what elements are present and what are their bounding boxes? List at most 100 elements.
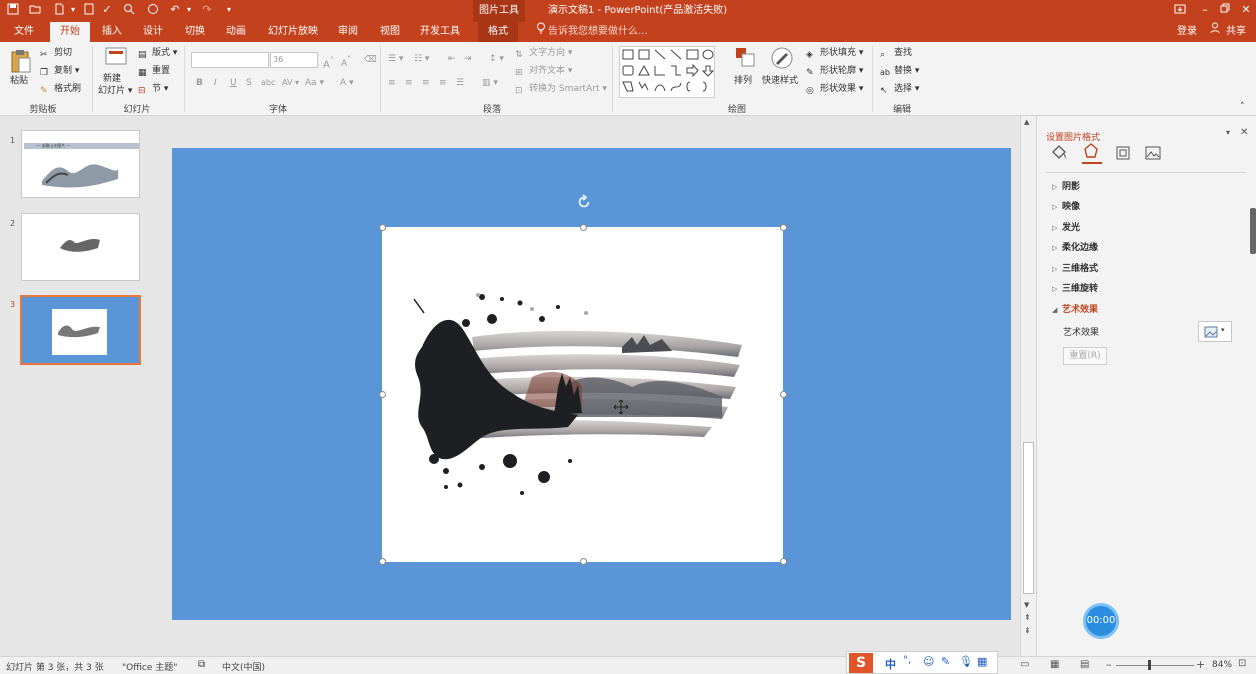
select-button[interactable]: ↖ 选择 ▾ bbox=[880, 82, 919, 96]
person-icon[interactable] bbox=[1208, 22, 1222, 42]
shadow-icon[interactable]: S bbox=[246, 76, 252, 90]
zoom-level[interactable]: 84% bbox=[1212, 660, 1232, 670]
resize-handle-right[interactable] bbox=[780, 391, 787, 398]
slide-thumbnail-1[interactable]: — 淡雅山水图片 — bbox=[21, 130, 140, 198]
char-spacing-icon[interactable]: AV ▾ bbox=[282, 76, 299, 90]
shape-effects-button[interactable]: ◎ 形状效果 ▾ bbox=[806, 82, 863, 96]
resize-handle-top[interactable] bbox=[580, 224, 587, 231]
sogou-logo-icon[interactable]: S bbox=[849, 653, 873, 673]
reset-slide-button[interactable]: ▦ 重置 bbox=[138, 64, 170, 78]
slide-sorter-icon[interactable]: ▦ bbox=[1050, 659, 1059, 670]
section-soft-edges[interactable]: ▷ 柔化边缘 bbox=[1052, 241, 1098, 255]
quick-styles-button[interactable]: 快速样式 bbox=[762, 74, 798, 88]
bullets-icon[interactable]: ☰ ▾ bbox=[388, 52, 403, 66]
shrink-font-icon[interactable]: A˅ bbox=[341, 53, 351, 71]
italic-icon[interactable]: I bbox=[214, 76, 217, 90]
section-shadow[interactable]: ▷ 阴影 bbox=[1052, 180, 1080, 194]
tab-design[interactable]: 设计 bbox=[137, 22, 169, 42]
find-button[interactable]: ⌕ 查找 bbox=[880, 46, 912, 60]
align-right-icon[interactable]: ≡ bbox=[422, 76, 430, 90]
picture-tab-icon[interactable] bbox=[1144, 144, 1162, 162]
ribbon-display-icon[interactable] bbox=[1173, 3, 1187, 17]
resize-handle-top-right[interactable] bbox=[780, 224, 787, 231]
tab-transitions[interactable]: 切换 bbox=[179, 22, 211, 42]
size-properties-icon[interactable] bbox=[1114, 144, 1132, 162]
numbering-icon[interactable]: ☷ ▾ bbox=[414, 52, 429, 66]
justify-icon[interactable]: ≡ bbox=[439, 76, 447, 90]
normal-view-icon[interactable]: ▭ bbox=[1020, 659, 1029, 670]
resize-handle-top-left[interactable] bbox=[379, 224, 386, 231]
pane-close-icon[interactable]: ✕ bbox=[1240, 127, 1248, 138]
paste-button[interactable]: 粘贴 bbox=[10, 74, 28, 88]
replace-button[interactable]: ab 替换 ▾ bbox=[880, 64, 919, 78]
tab-file[interactable]: 文件 bbox=[6, 22, 42, 42]
scroll-thumb[interactable] bbox=[1023, 442, 1034, 594]
save-icon[interactable] bbox=[6, 3, 20, 17]
slide-thumbnail-3[interactable] bbox=[20, 295, 141, 365]
tab-review[interactable]: 审阅 bbox=[332, 22, 364, 42]
copy-button[interactable]: ❐ 复制 ▾ bbox=[40, 64, 79, 78]
font-name-input[interactable] bbox=[191, 52, 269, 68]
rotate-handle-icon[interactable] bbox=[576, 194, 592, 210]
align-center-icon[interactable]: ≡ bbox=[405, 76, 413, 90]
paste-icon[interactable] bbox=[10, 48, 32, 76]
punctuation-icon[interactable]: °, bbox=[903, 655, 911, 666]
resize-handle-bottom-left[interactable] bbox=[379, 558, 386, 565]
resize-handle-bottom[interactable] bbox=[580, 558, 587, 565]
zoom-in-icon[interactable]: + bbox=[1196, 658, 1205, 671]
section-3d-format[interactable]: ▷ 三维格式 bbox=[1052, 262, 1098, 276]
recording-timer[interactable]: 00:00 bbox=[1083, 603, 1119, 639]
layout-button[interactable]: ▤ 版式 ▾ bbox=[138, 46, 177, 60]
text-direction-button[interactable]: ⇅ 文字方向 ▾ bbox=[515, 46, 572, 60]
next-slide-icon[interactable]: ⇟ bbox=[1024, 626, 1031, 635]
align-text-button[interactable]: ⊞ 对齐文本 ▾ bbox=[515, 64, 572, 78]
align-left-icon[interactable]: ≡ bbox=[388, 76, 396, 90]
format-painter-button[interactable]: ✎ 格式刷 bbox=[40, 82, 81, 96]
change-case-icon[interactable]: Aa ▾ bbox=[305, 76, 324, 90]
clear-format-icon[interactable]: ⌫ bbox=[364, 53, 377, 67]
toolbox-icon[interactable]: ▦ bbox=[977, 655, 987, 668]
handwriting-icon[interactable]: ✎ bbox=[941, 655, 950, 668]
resize-handle-left[interactable] bbox=[379, 391, 386, 398]
print-preview-icon[interactable] bbox=[82, 3, 96, 17]
section-button[interactable]: ⊟ 节 ▾ bbox=[138, 82, 168, 96]
resize-handle-bottom-right[interactable] bbox=[780, 558, 787, 565]
smartart-button[interactable]: ⊡ 转换为 SmartArt ▾ bbox=[515, 82, 607, 96]
arrange-button[interactable]: 排列 bbox=[734, 74, 752, 88]
ime-mode[interactable]: 中 bbox=[885, 656, 896, 672]
tab-format[interactable]: 格式 bbox=[478, 22, 518, 42]
underline-icon[interactable]: U bbox=[230, 76, 237, 90]
new-document-icon[interactable] bbox=[52, 3, 66, 17]
vertical-scrollbar[interactable]: ▲ ▼ ⇞ ⇟ bbox=[1020, 116, 1036, 656]
draw-table-icon[interactable] bbox=[146, 3, 160, 17]
font-color-icon[interactable]: A ▾ bbox=[340, 76, 354, 90]
strikethrough-icon[interactable]: abc bbox=[261, 76, 275, 90]
restore-icon[interactable] bbox=[1218, 3, 1232, 17]
minimize-icon[interactable]: – bbox=[1198, 3, 1212, 17]
redo-icon[interactable]: ↷ bbox=[200, 3, 214, 17]
section-reflection[interactable]: ▷ 映像 bbox=[1052, 200, 1080, 214]
grow-font-icon[interactable]: A˄ bbox=[323, 53, 334, 72]
tell-me-box[interactable]: 告诉我您想要做什么... bbox=[548, 22, 648, 42]
section-artistic-effects[interactable]: ◢ 艺术效果 bbox=[1052, 303, 1098, 317]
arrange-icon[interactable] bbox=[734, 46, 756, 70]
cut-button[interactable]: ✂ 剪切 bbox=[40, 46, 72, 60]
section-3d-rotation[interactable]: ▷ 三维旋转 bbox=[1052, 282, 1098, 296]
collapse-ribbon-icon[interactable]: ˄ bbox=[1240, 100, 1245, 114]
tab-view[interactable]: 视图 bbox=[374, 22, 406, 42]
line-spacing-icon[interactable]: ↕ ▾ bbox=[489, 52, 504, 66]
scroll-down-icon[interactable]: ▼ bbox=[1024, 601, 1029, 609]
tab-insert[interactable]: 插入 bbox=[96, 22, 128, 42]
customize-toolbar-icon[interactable]: ▾ bbox=[222, 3, 236, 17]
undo-dropdown-icon[interactable]: ▾ bbox=[182, 3, 196, 17]
share-button[interactable]: 共享 bbox=[1222, 22, 1250, 42]
spellcheck-icon[interactable]: ⧉ bbox=[198, 659, 205, 670]
shapes-gallery[interactable] bbox=[619, 46, 715, 98]
increase-indent-icon[interactable]: ⇥ bbox=[464, 52, 472, 66]
new-slide-button[interactable]: 幻灯片 ▾ bbox=[98, 84, 132, 98]
login-link[interactable]: 登录 bbox=[1172, 22, 1202, 42]
tab-developer[interactable]: 开发工具 bbox=[414, 22, 466, 42]
effects-tab-icon[interactable] bbox=[1082, 142, 1102, 164]
reading-view-icon[interactable]: ▤ bbox=[1080, 659, 1089, 670]
spelling-icon[interactable]: ✓ bbox=[100, 3, 114, 17]
